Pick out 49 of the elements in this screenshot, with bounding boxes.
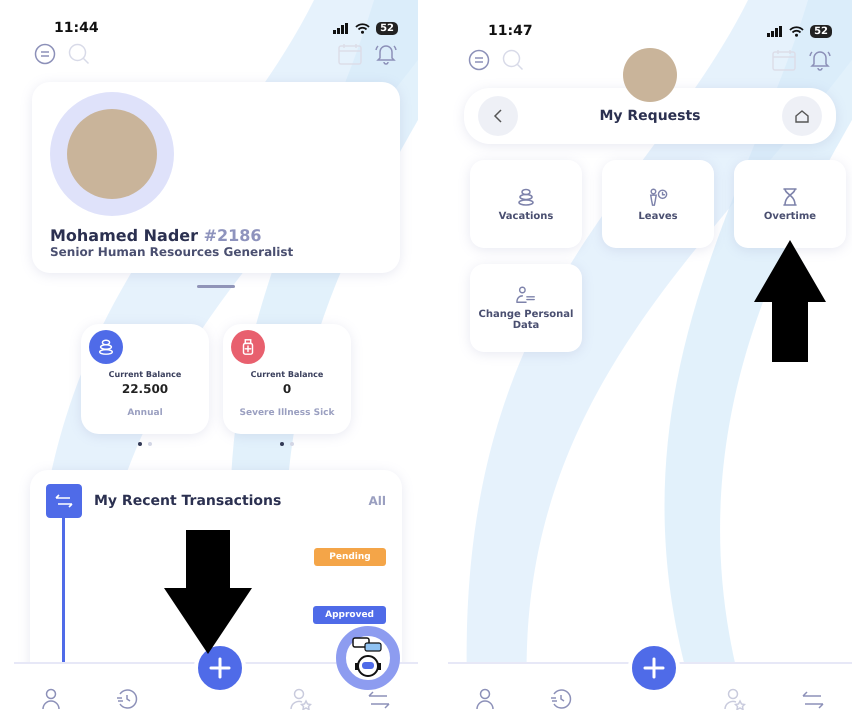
person-list-icon	[516, 285, 536, 305]
person-star-icon[interactable]	[290, 688, 312, 710]
transactions-icon	[46, 484, 82, 518]
history-icon[interactable]	[116, 688, 138, 710]
swap-arrows-icon[interactable]	[800, 690, 825, 710]
page-dot[interactable]	[148, 442, 152, 446]
chevron-left-icon	[493, 109, 503, 123]
balance-value: 0	[282, 382, 292, 396]
avatar-photo-placeholder	[623, 48, 677, 102]
request-tile[interactable]: Overtime	[734, 160, 846, 248]
status-badge: Pending	[314, 548, 386, 566]
balance-card[interactable]: Current Balance 22.500 Annual	[81, 324, 209, 434]
balance-card[interactable]: Current Balance 0 Severe Illness Sick	[223, 324, 351, 434]
page-dot[interactable]	[138, 442, 142, 446]
history-icon[interactable]	[550, 688, 572, 710]
signal-icon	[333, 22, 350, 34]
plus-icon	[209, 657, 231, 679]
employee-name: Mohamed Nader #2186	[50, 226, 263, 245]
balance-label: Current Balance	[250, 370, 324, 379]
balance-value: 22.500	[122, 382, 168, 396]
job-title: Senior Human Resources Generalist	[50, 245, 294, 259]
menu-icon[interactable]	[34, 43, 56, 65]
status-badge: Approved	[313, 606, 386, 624]
drag-handle[interactable]	[197, 285, 235, 288]
status-time: 11:44	[54, 20, 99, 36]
request-tile[interactable]: Leaves	[602, 160, 714, 248]
status-time: 11:47	[488, 23, 533, 39]
wifi-icon	[355, 22, 370, 34]
signal-icon	[767, 26, 784, 36]
wifi-icon	[789, 26, 804, 36]
person-star-icon[interactable]	[724, 688, 746, 710]
menu-icon[interactable]	[468, 49, 490, 71]
home-button[interactable]	[782, 96, 822, 136]
balance-type: Annual	[127, 408, 163, 418]
request-tile[interactable]: Vacations	[470, 160, 582, 248]
stones-icon	[516, 186, 536, 206]
swap-arrows-icon[interactable]	[366, 690, 391, 710]
transactions-title: My Recent Transactions	[94, 493, 282, 509]
balance-label: Current Balance	[108, 370, 182, 379]
balance-type: Severe Illness Sick	[240, 408, 334, 418]
home-icon	[795, 109, 809, 123]
person-clock-icon	[648, 186, 668, 206]
request-tile[interactable]: Change Personal Data	[470, 264, 582, 352]
profile-icon[interactable]	[41, 688, 62, 710]
page-title: My Requests	[599, 108, 701, 124]
stones-icon	[97, 338, 115, 356]
plus-icon	[643, 657, 665, 679]
profile-icon[interactable]	[475, 688, 496, 710]
page-dot[interactable]	[280, 442, 284, 446]
